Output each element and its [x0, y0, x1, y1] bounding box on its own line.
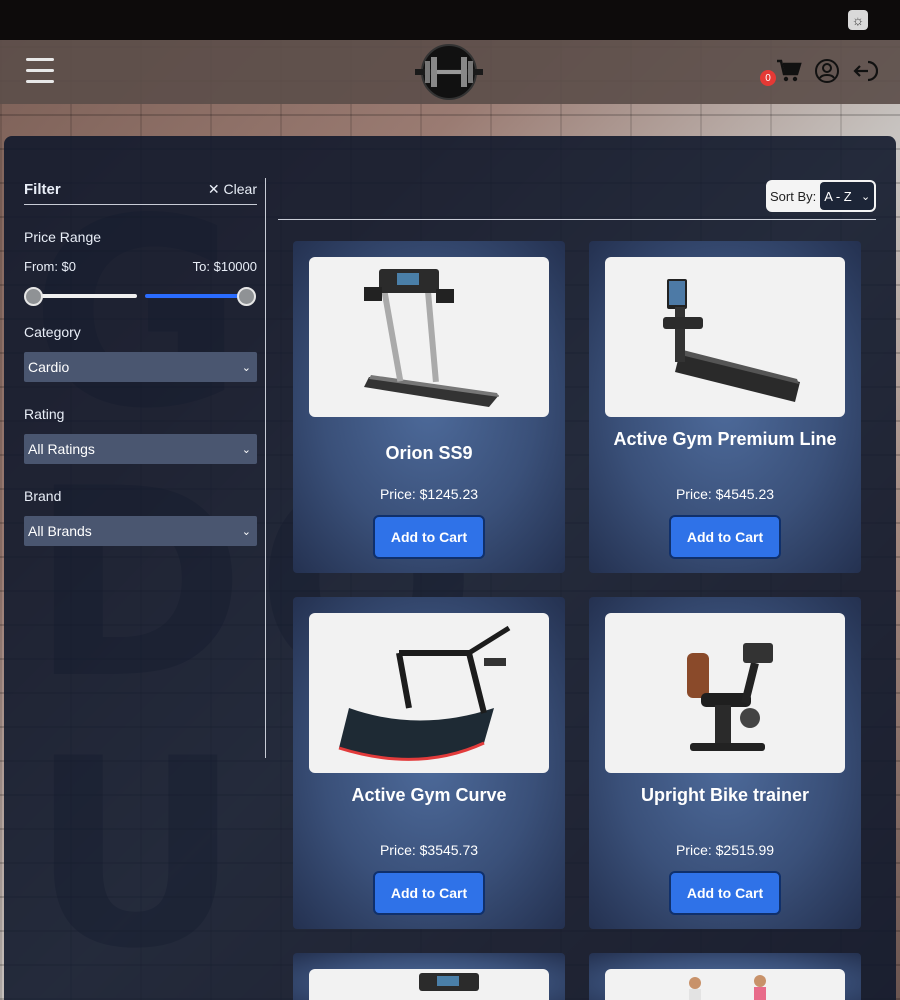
slider-max-handle[interactable] [237, 287, 256, 306]
product-price: Price: $3545.73 [379, 842, 479, 858]
price-from-label: From: $0 [24, 259, 77, 274]
product-image[interactable] [309, 969, 549, 1000]
sort-select[interactable]: A - Z ⌄ [820, 182, 875, 210]
product-image[interactable] [605, 257, 845, 417]
sidebar-divider [265, 178, 266, 758]
add-to-cart-button[interactable]: Add to Cart [373, 515, 485, 559]
product-name: Active Gym Curve [351, 785, 507, 805]
brand-select[interactable]: All Brands ⌄ [24, 516, 257, 546]
hamburger-menu-icon[interactable] [26, 58, 54, 84]
price-range-label: Price Range [24, 229, 102, 245]
category-label: Category [24, 324, 81, 340]
sort-value: A - Z [824, 188, 852, 204]
product-image[interactable] [309, 257, 549, 417]
cart-count-badge: 0 [760, 70, 776, 86]
brand-label: Brand [24, 488, 62, 504]
chevron-down-icon: ⌄ [241, 361, 251, 374]
sun-icon[interactable]: ☼ [848, 10, 868, 30]
add-to-cart-button[interactable]: Add to Cart [669, 515, 781, 559]
price-range-slider[interactable] [24, 286, 257, 306]
chevron-down-icon: ⌄ [241, 525, 251, 538]
sort-control: Sort By: A - Z ⌄ [766, 180, 876, 212]
product-image[interactable] [605, 969, 845, 1000]
add-to-cart-button[interactable]: Add to Cart [373, 871, 485, 915]
slider-track-max [145, 294, 249, 298]
cart-icon[interactable]: 0 [760, 58, 802, 86]
slider-min-handle[interactable] [24, 287, 43, 306]
top-bar: ☼ [0, 0, 900, 40]
product-price: Price: $2515.99 [675, 842, 775, 858]
sort-label: Sort By: [770, 188, 817, 204]
product-card[interactable] [293, 953, 565, 1000]
product-name: Orion SS9 [385, 443, 473, 463]
product-price: Price: $1245.23 [379, 486, 479, 502]
category-value: Cardio [28, 359, 70, 375]
product-price: Price: $4545.23 [675, 486, 775, 502]
product-card[interactable]: Active Gym Premium Line Price: $4545.23 … [589, 241, 861, 573]
rating-value: All Ratings [28, 441, 95, 457]
filter-header: Filter ✕ Clear [24, 178, 257, 205]
site-header: 0 [0, 40, 900, 104]
product-card[interactable]: Upright Bike trainer Price: $2515.99 Add… [589, 597, 861, 929]
category-select[interactable]: Cardio ⌄ [24, 352, 257, 382]
logout-icon[interactable] [852, 58, 879, 84]
product-card[interactable]: Active Gym Curve Price: $3545.73 Add to … [293, 597, 565, 929]
price-to-label: To: $10000 [192, 259, 257, 274]
slider-track-min [34, 294, 137, 298]
filter-sidebar: Filter ✕ Clear Price Range From: $0 To: … [24, 178, 257, 546]
filter-title: Filter [24, 180, 61, 198]
chevron-down-icon: ⌄ [241, 443, 251, 456]
product-card[interactable] [589, 953, 861, 1000]
chevron-down-icon: ⌄ [861, 190, 871, 203]
dumbbell-logo[interactable] [409, 43, 489, 101]
rating-label: Rating [24, 406, 65, 422]
product-image[interactable] [309, 613, 549, 773]
clear-filters-button[interactable]: ✕ Clear [208, 181, 257, 198]
product-name: Active Gym Premium Line [613, 429, 837, 449]
product-name: Upright Bike trainer [640, 785, 810, 805]
product-card[interactable]: Orion SS9 Price: $1245.23 Add to Cart [293, 241, 565, 573]
rating-select[interactable]: All Ratings ⌄ [24, 434, 257, 464]
add-to-cart-button[interactable]: Add to Cart [669, 871, 781, 915]
user-icon[interactable] [814, 58, 840, 84]
brand-value: All Brands [28, 523, 92, 539]
sort-divider [278, 219, 876, 220]
product-image[interactable] [605, 613, 845, 773]
